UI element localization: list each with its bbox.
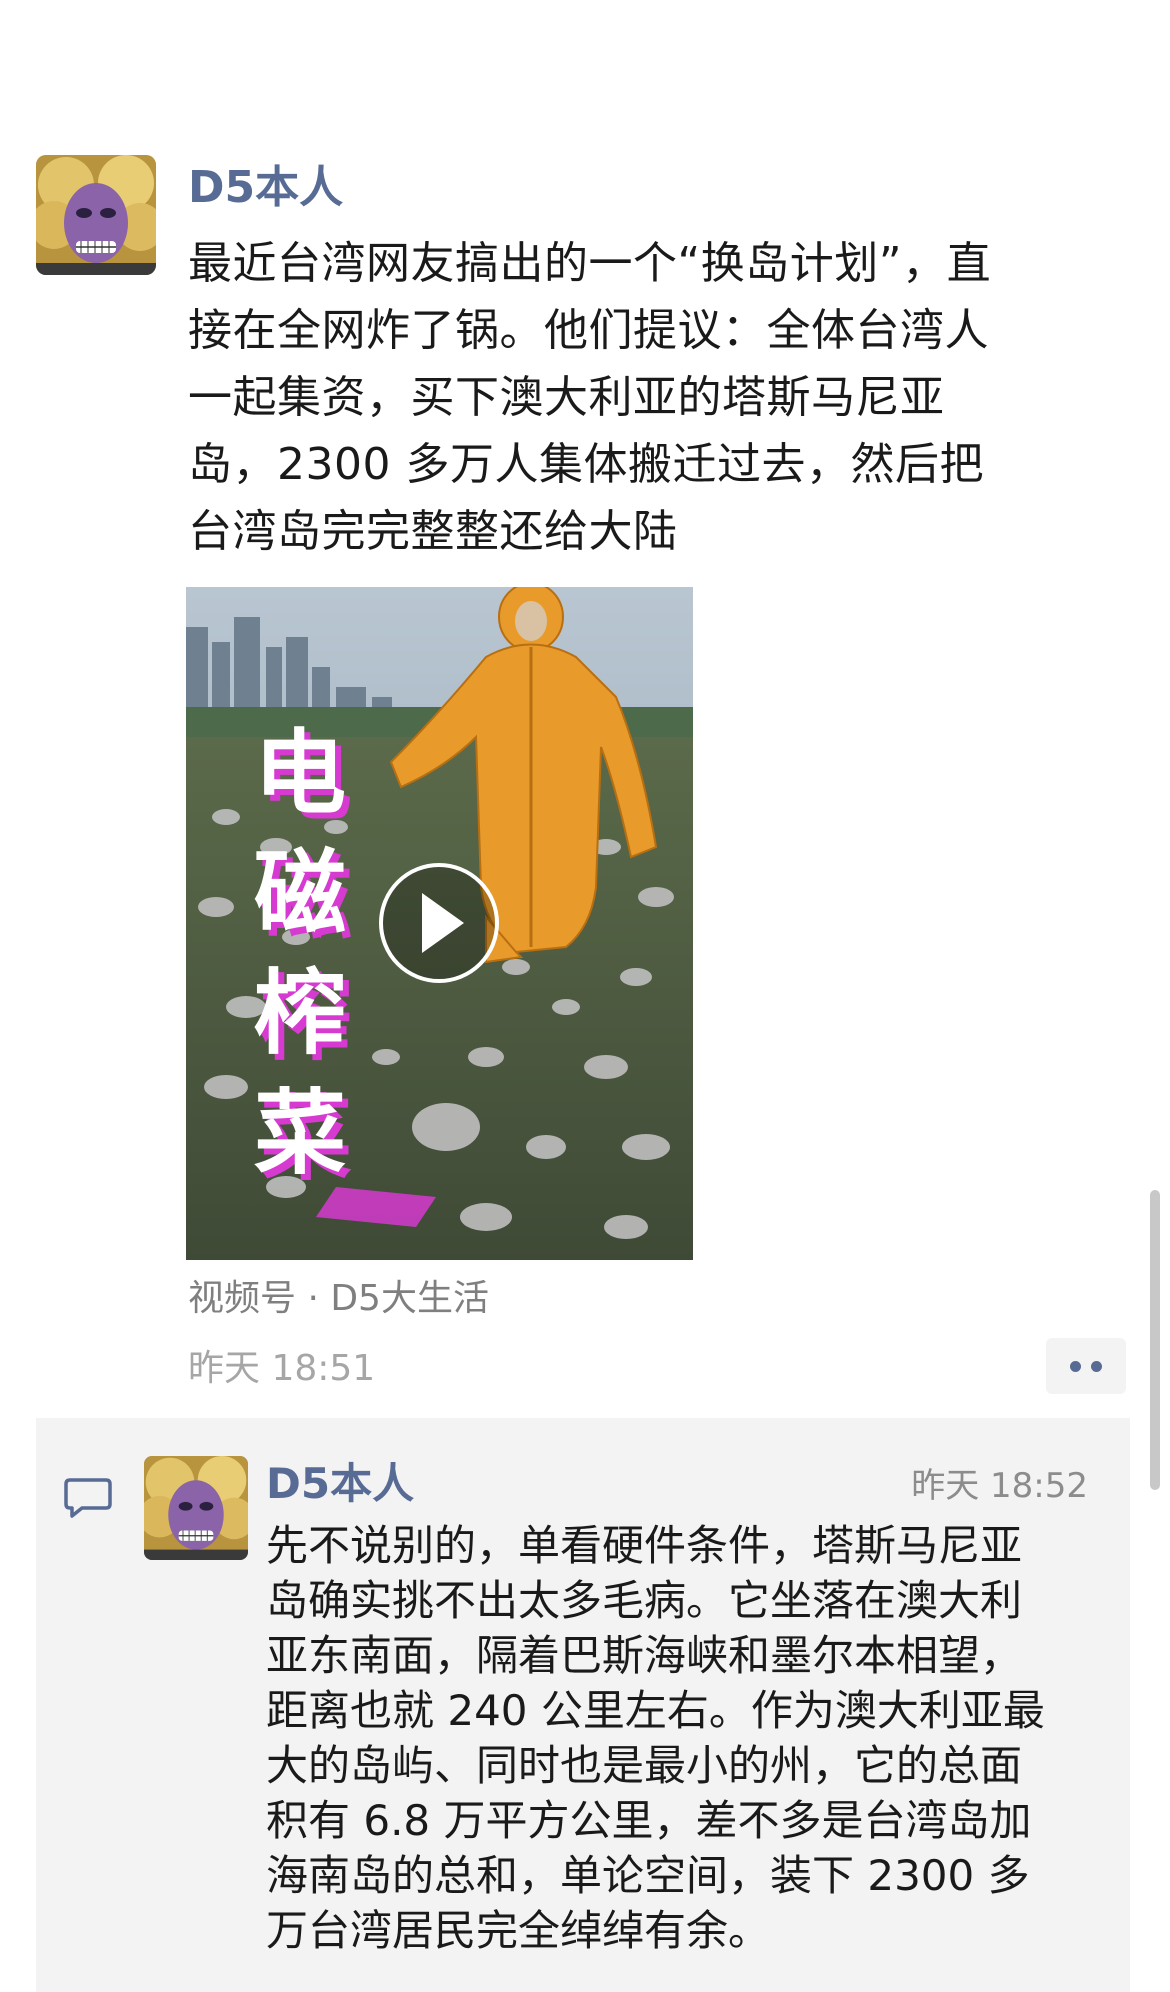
scrollbar[interactable] (1150, 1190, 1160, 1490)
svg-text:菜: 菜 (254, 1080, 346, 1187)
ellipsis-icon (1070, 1360, 1081, 1372)
comment-text-line: 积有 6.8 万平方公里，差不多是台湾岛加 (266, 1796, 1032, 1845)
post-text-line: 岛，2300 多万人集体搬迁过去，然后把 (188, 439, 984, 490)
comment-text-line: 万台湾居民完全绰绰有余。 (266, 1906, 771, 1955)
post-author-avatar[interactable] (36, 155, 156, 275)
comment-text-line: 海南岛的总和，单论空间，装下 2300 多 (266, 1851, 1030, 1900)
post-text-line: 接在全网炸了锅。他们提议：全体台湾人 (188, 305, 989, 356)
post-timestamp: 昨天 18:51 (188, 1348, 376, 1389)
comment-text: 先不说别的，单看硬件条件，塔斯马尼亚 岛确实挑不出太多毛病。它坐落在澳大利 亚东… (266, 1518, 1116, 1958)
comment-timestamp: 昨天 18:52 (911, 1466, 1088, 1506)
post-author-name[interactable]: D5本人 (188, 160, 343, 216)
channel-source-link[interactable]: 视频号 · D5大生活 (188, 1275, 489, 1323)
video-thumbnail[interactable]: 电 电 磁 磁 榨 榨 菜 菜 (186, 587, 693, 1260)
more-actions-button[interactable] (1046, 1338, 1126, 1394)
comment-text-line: 岛确实挑不出太多毛病。它坐落在澳大利 (266, 1576, 1023, 1625)
play-icon[interactable] (379, 863, 499, 983)
comment-text-line: 亚东南面，隔着巴斯海峡和墨尔本相望， (266, 1631, 1023, 1680)
svg-text:电: 电 (254, 720, 346, 827)
svg-text:磁: 磁 (254, 840, 346, 947)
post-text: 最近台湾网友搞出的一个“换岛计划”，直 接在全网炸了锅。他们提议：全体台湾人 一… (188, 230, 1138, 565)
post-text-line: 一起集资，买下澳大利亚的塔斯马尼亚 (188, 372, 945, 423)
comment-icon (64, 1478, 112, 1518)
comment-author-name[interactable]: D5本人 (266, 1456, 414, 1512)
post-text-line: 台湾岛完完整整还给大陆 (188, 506, 678, 557)
post-text-line: 最近台湾网友搞出的一个“换岛计划”，直 (188, 238, 992, 289)
moments-page: D5本人 最近台湾网友搞出的一个“换岛计划”，直 接在全网炸了锅。他们提议：全体… (0, 0, 1170, 1992)
comment-text-line: 大的岛屿、同时也是最小的州，它的总面 (266, 1741, 1023, 1790)
comment-author-avatar[interactable] (144, 1456, 248, 1560)
svg-text:榨: 榨 (254, 960, 346, 1067)
comment-text-line: 先不说别的，单看硬件条件，塔斯马尼亚 (266, 1521, 1023, 1570)
comment-text-line: 距离也就 240 公里左右。作为澳大利亚最 (266, 1686, 1045, 1735)
ellipsis-icon (1091, 1360, 1102, 1372)
comment-panel: D5本人 昨天 18:52 先不说别的，单看硬件条件，塔斯马尼亚 岛确实挑不出太… (36, 1418, 1130, 1992)
